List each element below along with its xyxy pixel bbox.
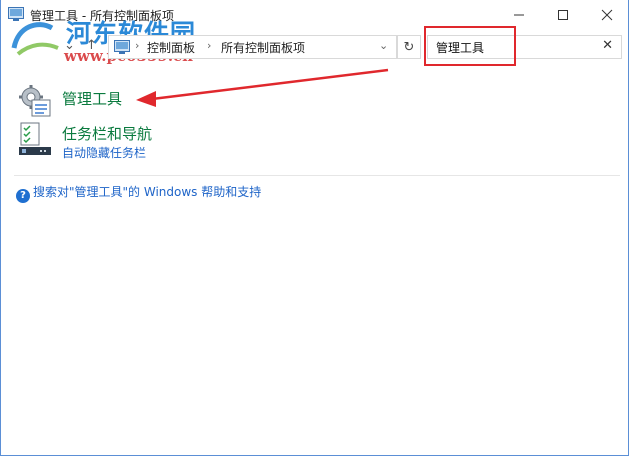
result-title[interactable]: 管理工具 [62,88,122,109]
address-bar[interactable]: › 控制面板 › 所有控制面板项 ⌄ [108,35,397,59]
address-dropdown-chevron-icon[interactable]: ⌄ [379,39,388,52]
help-question-icon: ? [16,189,30,203]
control-panel-window [0,0,629,456]
navigation-bar: ⌄ ↑ › 控制面板 › 所有控制面板项 ⌄ ↻ 管理工具 ✕ [0,32,629,60]
help-link-text[interactable]: 搜索对"管理工具"的 Windows 帮助和支持 [33,185,261,199]
close-icon [601,9,613,21]
refresh-button[interactable]: ↻ [397,35,421,59]
search-highlight-box [424,26,516,66]
taskbar-icon [19,122,51,155]
control-panel-icon [114,40,130,54]
divider [14,175,620,176]
breadcrumb-all-items[interactable]: 所有控制面板项 [221,39,305,56]
result-subtitle-link[interactable]: 自动隐藏任务栏 [62,144,146,161]
maximize-button[interactable] [540,3,586,27]
minimize-button[interactable] [496,3,542,27]
result-admin-tools[interactable]: 管理工具 [18,84,218,120]
close-button[interactable] [584,3,629,27]
breadcrumb-control-panel[interactable]: 控制面板 [147,39,195,56]
minimize-icon [514,14,524,16]
result-taskbar-navigation[interactable]: 任务栏和导航 自动隐藏任务栏 [18,122,218,162]
up-arrow-icon[interactable]: ↑ [86,38,97,53]
breadcrumb-separator-icon: › [207,39,212,52]
admin-tools-icon [19,85,51,117]
breadcrumb-separator-icon: › [135,39,140,52]
result-title[interactable]: 任务栏和导航 [62,123,152,144]
refresh-icon: ↻ [403,39,415,55]
help-link[interactable]: ? 搜索对"管理工具"的 Windows 帮助和支持 [16,183,261,203]
maximize-icon [558,10,568,20]
clear-search-icon[interactable]: ✕ [602,38,613,53]
recent-locations-chevron-icon[interactable]: ⌄ [64,38,75,53]
